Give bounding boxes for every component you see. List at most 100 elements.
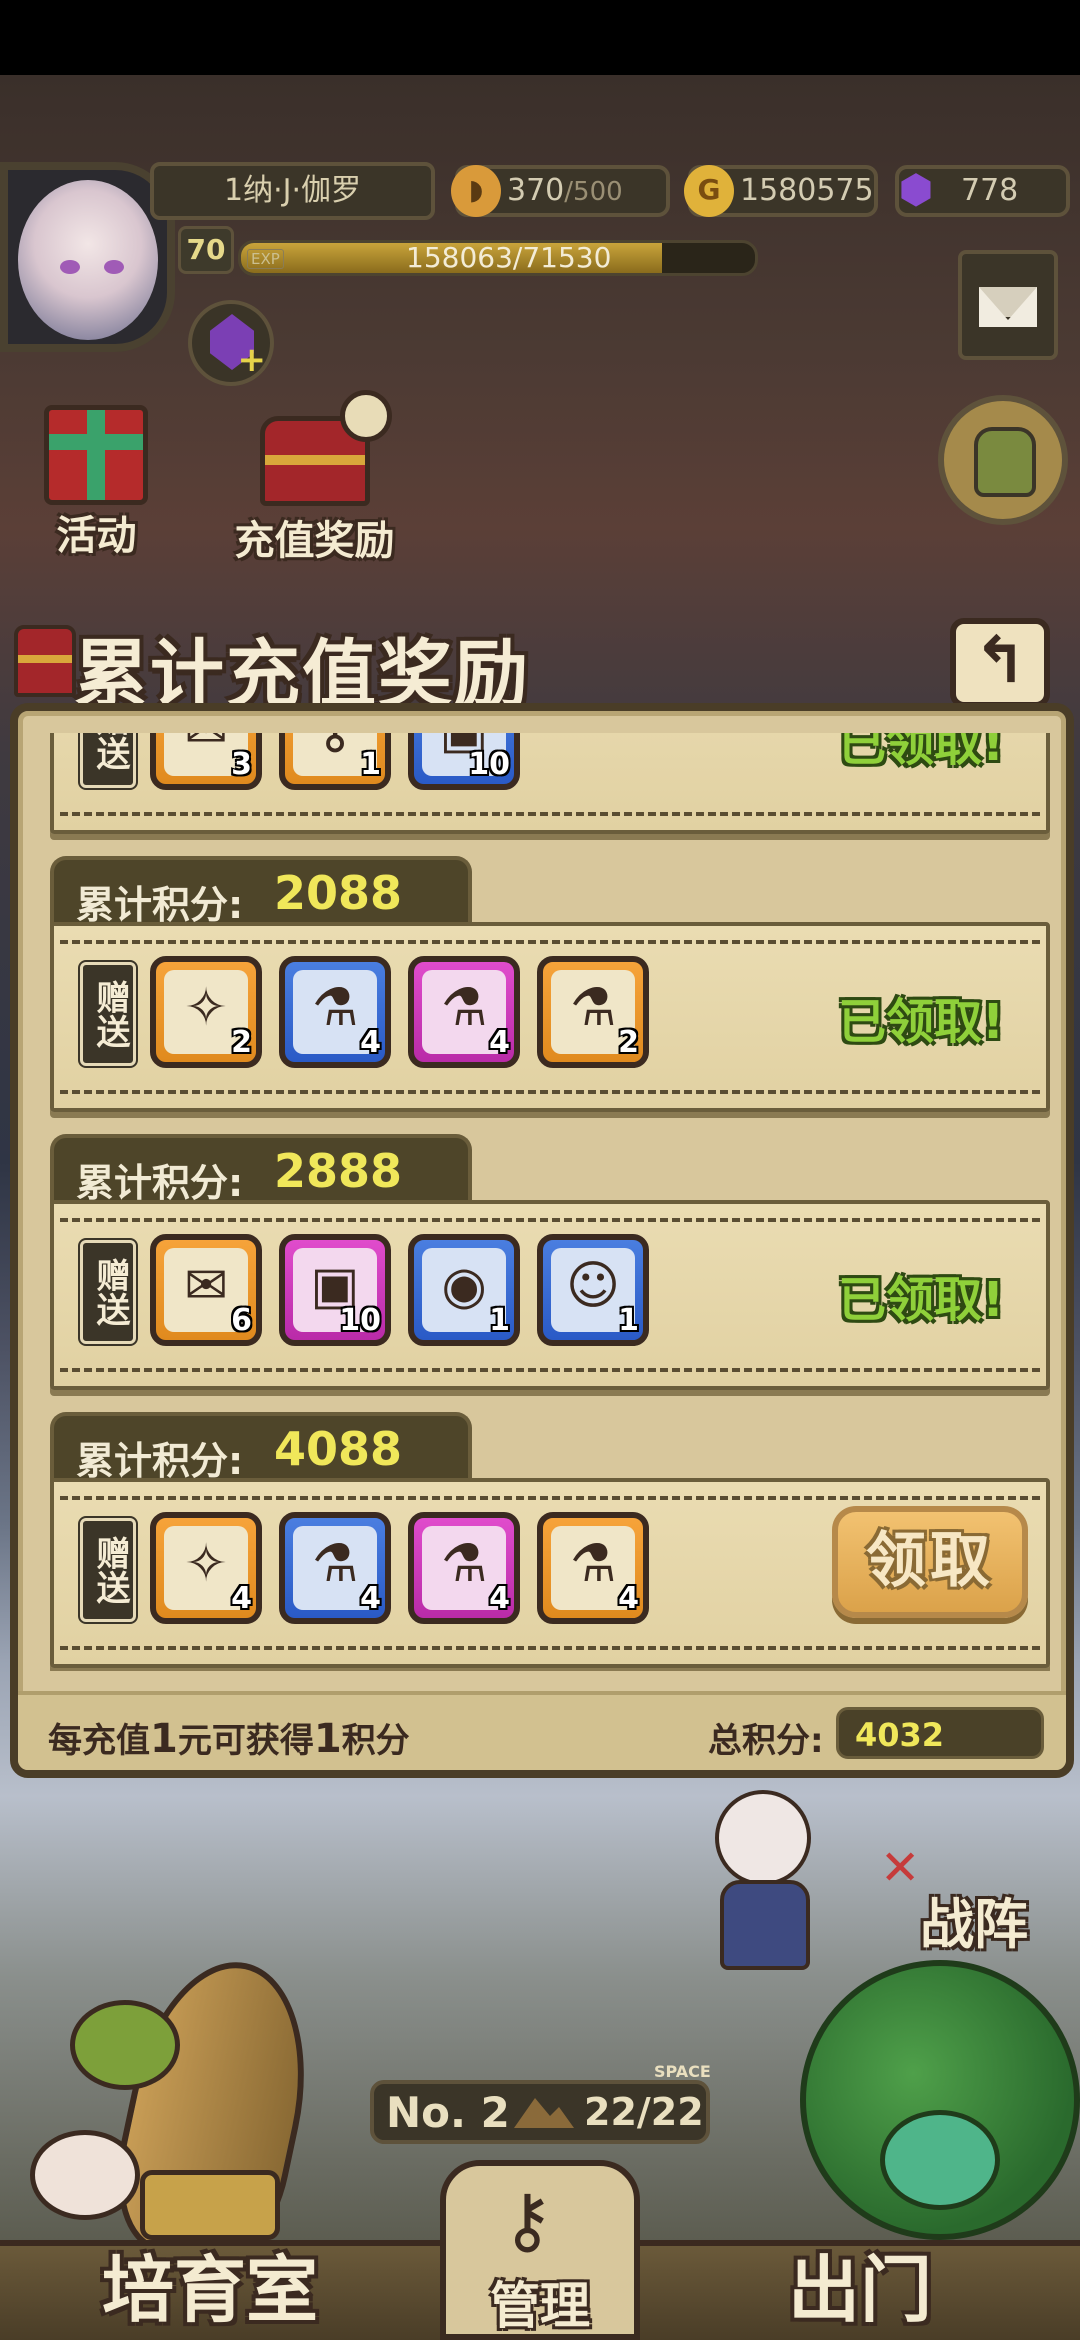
reward-items: ✧ 4 ⚗ 4 ⚗ 4 ⚗ 4 (150, 1512, 649, 1628)
recharge-reward-button[interactable]: 充值奖励 (232, 390, 397, 564)
space-label: SPACE (654, 2062, 711, 2081)
item-count: 4 (618, 1581, 639, 1616)
treasure-chest-icon (14, 625, 76, 697)
gem-counter[interactable]: ⬢ 778 (895, 165, 1070, 217)
reward-item[interactable]: ⚗ 2 (537, 956, 649, 1068)
claimed-label: 已领取! (838, 1272, 1004, 1328)
gold-counter[interactable]: G 1580575 (684, 165, 878, 217)
reward-item[interactable]: ✉3 (150, 733, 262, 790)
item-count: 6 (231, 1303, 252, 1338)
reward-item[interactable]: ⚗ 4 (279, 1512, 391, 1624)
points-rule-text: 元可获得 (177, 1721, 314, 1761)
exp-value: 158063/71530 (406, 241, 612, 274)
gift-tag: 赠送 (80, 733, 136, 788)
reward-items: ✉3 ⚷1 ▣10 (150, 733, 520, 794)
panel-footer: 每充值1元可获得1积分 总积分: 4032 (18, 1691, 1066, 1770)
reward-item[interactable]: ▣10 (279, 1234, 391, 1346)
tier-reward-row: 赠送 ✧ 4 ⚗ 4 ⚗ 4 ⚗ 4 领取 (50, 1478, 1050, 1668)
backpack-icon (974, 427, 1036, 497)
total-points-label: 总积分: (708, 1721, 824, 1761)
item-count: 3 (231, 747, 252, 782)
gold-coin-icon: G (684, 165, 734, 217)
points-rule-number: 1 (313, 1716, 342, 1762)
tier-points: 2088 (274, 866, 403, 920)
reward-item[interactable]: ✉ 6 (150, 1234, 262, 1346)
panel-title-bar: 累计充值奖励 (14, 615, 614, 718)
item-count: 2 (618, 1025, 639, 1060)
reward-tier-track: 累计积分:1888赠送✉3⚷1▣10已领取!累计积分:2088赠送✧2⚗4⚗4⚗… (32, 733, 1060, 1671)
item-count: 4 (489, 1581, 510, 1616)
clock-icon (340, 390, 392, 442)
player-name: 1纳·J·伽罗 (150, 162, 435, 220)
bread-icon: ◗ (451, 165, 501, 217)
tier-reward-row: 赠送 ✉ 6 ▣ 10 ◉ 1 ☺ 1 已领取! (50, 1200, 1050, 1390)
hay-bale-decoration (140, 2170, 280, 2240)
tier-label: 累计积分: (76, 883, 244, 927)
stamina-value: 370/500 (507, 169, 623, 214)
total-points-box: 4032 (836, 1707, 1044, 1759)
crossed-swords-icon: ✕ (880, 1840, 921, 1896)
backpack-button[interactable] (938, 395, 1068, 525)
exp-tag: EXP (247, 249, 284, 269)
swirl-egg-icon[interactable] (30, 2130, 140, 2220)
gift-box-icon (44, 405, 148, 505)
avatar-eye (104, 260, 124, 274)
mail-button[interactable] (958, 250, 1058, 360)
activity-button[interactable]: 活动 (14, 385, 179, 559)
reward-tier-list[interactable]: 累计积分:1888赠送✉3⚷1▣10已领取!累计积分:2088赠送✧2⚗4⚗4⚗… (32, 733, 1060, 1671)
claimed-label: 已领取! (838, 733, 1004, 772)
activity-label: 活动 (56, 513, 137, 559)
recharge-reward-panel: 累计积分:1888赠送✉3⚷1▣10已领取!累计积分:2088赠送✧2⚗4⚗4⚗… (10, 703, 1074, 1778)
gift-tag: 赠送 (80, 1240, 136, 1344)
stamina-current: 370 (507, 173, 565, 208)
item-count: 10 (468, 747, 510, 782)
tier-points: 2888 (274, 1144, 403, 1198)
nursery-button[interactable]: 培育室 (60, 2240, 360, 2340)
reward-item[interactable]: ⚗ 4 (408, 1512, 520, 1624)
reward-tier: 累计积分:1888赠送✉3⚷1▣10已领取! (32, 733, 1060, 856)
formation-button[interactable]: ✕ 战阵 (880, 1780, 1070, 1956)
portal-swirl-icon[interactable] (880, 2110, 1000, 2210)
item-count: 1 (618, 1303, 639, 1338)
item-count: 4 (489, 1025, 510, 1060)
reward-item[interactable]: ⚷1 (279, 733, 391, 790)
item-count: 1 (360, 747, 381, 782)
points-rule-text: 积分 (341, 1721, 410, 1761)
room-space-indicator: No. 2 SPACE 22/22 (370, 2062, 711, 2144)
tier-points: 4088 (274, 1422, 403, 1476)
plus-icon: + (237, 340, 267, 380)
status-bar (0, 0, 1080, 75)
reward-item[interactable]: ✧ 2 (150, 956, 262, 1068)
tier-header: 累计积分: 2088 (50, 856, 472, 930)
mountain-icon (514, 2098, 574, 2128)
manage-label: 管理 (490, 2277, 590, 2335)
gem-value: 778 (961, 173, 1019, 208)
reward-item[interactable]: ▣10 (408, 733, 520, 790)
chibi-character[interactable] (690, 1790, 840, 1980)
reward-item[interactable]: ⚗ 4 (408, 956, 520, 1068)
buy-gems-button[interactable]: + (188, 300, 274, 386)
manage-button[interactable]: ⚷ 管理 (440, 2160, 640, 2340)
reward-item[interactable]: ☺ 1 (537, 1234, 649, 1346)
exp-bar: EXP 158063/71530 (238, 240, 758, 276)
claim-button[interactable]: 领取 (832, 1506, 1028, 1618)
avatar-eye (60, 260, 80, 274)
reward-item[interactable]: ✧ 4 (150, 1512, 262, 1624)
item-count: 4 (360, 1025, 381, 1060)
space-count: 22/22 (584, 2090, 704, 2134)
item-count: 10 (339, 1303, 381, 1338)
reward-item[interactable]: ◉ 1 (408, 1234, 520, 1346)
stamina-counter[interactable]: ◗ 370/500 (451, 165, 670, 217)
purple-gem-icon: ⬢ (898, 167, 934, 213)
tier-reward-row: 赠送 ✧ 2 ⚗ 4 ⚗ 4 ⚗ 2 已领取! (50, 922, 1050, 1112)
green-egg-icon[interactable] (70, 2000, 180, 2090)
reward-item[interactable]: ⚗ 4 (537, 1512, 649, 1624)
room-number: No. 2 (386, 2088, 510, 2137)
claimed-label: 已领取! (838, 994, 1004, 1050)
reward-item[interactable]: ⚗ 4 (279, 956, 391, 1068)
go-out-button[interactable]: 出门 (740, 2240, 980, 2340)
player-avatar[interactable] (0, 162, 175, 352)
back-button[interactable]: ↰ (950, 618, 1050, 708)
keys-icon: ⚷ (501, 2178, 554, 2262)
player-level-badge: 70 (178, 226, 234, 274)
